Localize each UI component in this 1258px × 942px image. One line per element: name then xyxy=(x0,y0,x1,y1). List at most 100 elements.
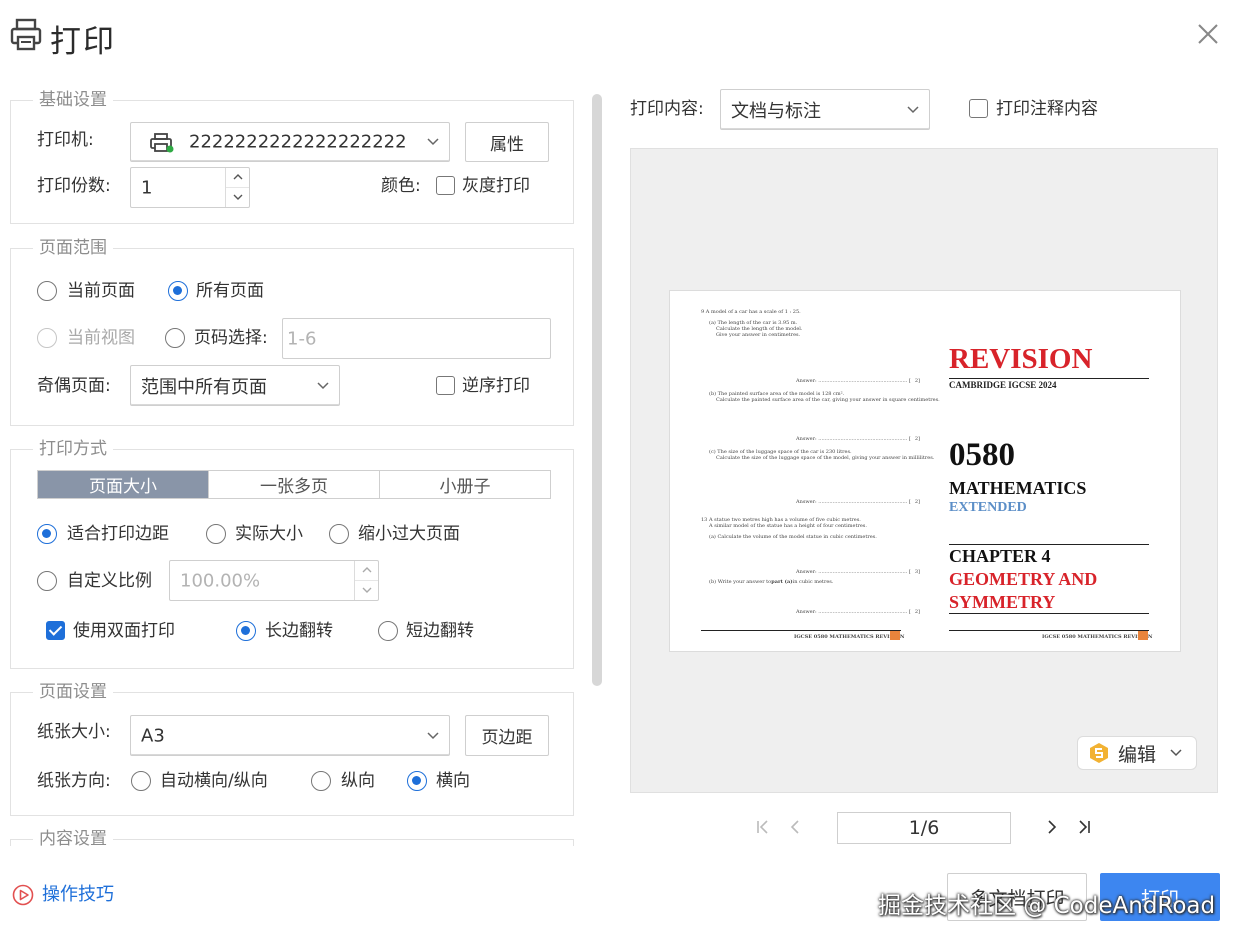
answer-label: Answer: ................................… xyxy=(796,378,911,384)
chevron-up-icon xyxy=(362,567,371,573)
tips-link[interactable]: 操作技巧 xyxy=(42,883,114,907)
odd-even-value: 范围中所有页面 xyxy=(141,376,267,398)
answer-line: Answer: ................................… xyxy=(796,436,920,442)
fit-margin-radio[interactable] xyxy=(37,524,57,544)
printer-select[interactable]: 2222222222222222222 xyxy=(130,122,450,162)
page-setup-legend: 页面设置 xyxy=(33,681,113,703)
basic-settings-legend: 基础设置 xyxy=(33,89,113,111)
landscape-radio[interactable] xyxy=(407,771,427,791)
next-page-icon[interactable] xyxy=(1046,820,1058,834)
question-text: (a) Calculate the volume of the model st… xyxy=(709,534,877,540)
print-annotations-checkbox[interactable] xyxy=(969,99,988,118)
dialog-title: 打印 xyxy=(50,24,116,60)
edit-button[interactable]: 编辑 xyxy=(1077,736,1197,770)
marks: 3] xyxy=(914,569,920,575)
footer-rule xyxy=(949,630,1149,631)
footer-tab xyxy=(890,631,900,640)
increment-button[interactable] xyxy=(355,561,378,581)
margins-button[interactable]: 页边距 xyxy=(465,715,549,756)
settings-scrollbar[interactable] xyxy=(592,94,602,686)
duplex-label: 使用双面打印 xyxy=(73,621,175,641)
footer-rule xyxy=(701,630,901,631)
answer-line: Answer: ................................… xyxy=(796,609,920,615)
previous-page-icon[interactable] xyxy=(789,820,801,834)
play-tips-icon[interactable] xyxy=(12,884,34,906)
printer-label: 打印机: xyxy=(37,130,94,150)
basic-settings-group: 基础设置 打印机: 2222222222222222222 属性 打印份数: 1 xyxy=(10,89,574,224)
chevron-down-icon xyxy=(233,194,242,201)
question-text: Calculate the painted surface area of th… xyxy=(716,397,940,403)
short-edge-radio[interactable] xyxy=(378,621,398,641)
question-text-bold: part (a) xyxy=(771,579,793,585)
duplex-checkbox[interactable] xyxy=(46,621,65,640)
cover-subject: MATHEMATICS xyxy=(949,478,1087,498)
landscape-label: 横向 xyxy=(436,771,470,791)
page-select-radio[interactable] xyxy=(165,328,185,348)
tab-multiple-pages[interactable]: 一张多页 xyxy=(208,471,379,498)
increment-button[interactable] xyxy=(226,168,249,188)
custom-scale-value: 100.00% xyxy=(180,570,261,591)
odd-even-label: 奇偶页面: xyxy=(37,376,111,396)
page-indicator-input[interactable]: 1/6 xyxy=(837,812,1011,844)
reverse-print-checkbox[interactable] xyxy=(436,376,455,395)
custom-scale-stepper[interactable]: 100.00% xyxy=(169,560,379,601)
footer-tab xyxy=(1138,631,1148,640)
tab-booklet[interactable]: 小册子 xyxy=(379,471,550,498)
portrait-radio[interactable] xyxy=(311,771,331,791)
shrink-oversized-radio[interactable] xyxy=(329,524,349,544)
current-view-radio[interactable] xyxy=(37,328,57,348)
settings-panel: 基础设置 打印机: 2222222222222222222 属性 打印份数: 1 xyxy=(0,88,590,846)
copies-label: 打印份数: xyxy=(37,176,111,196)
answer-line: Answer: ................................… xyxy=(796,569,920,575)
print-mode-group: 打印方式 页面大小 一张多页 小册子 适合打印边距 实际大小 缩小过大页面 自定… xyxy=(10,438,574,669)
answer-label: Answer: ................................… xyxy=(796,436,911,442)
page-range-input[interactable]: 1-6 xyxy=(282,318,551,359)
answer-label: Answer: ................................… xyxy=(796,609,911,615)
marks: 2] xyxy=(914,378,920,384)
edit-badge-icon xyxy=(1090,743,1108,763)
first-page-icon[interactable] xyxy=(756,820,770,834)
answer-line: Answer: ................................… xyxy=(796,499,920,505)
shrink-oversized-label: 缩小过大页面 xyxy=(358,524,460,544)
custom-scale-radio[interactable] xyxy=(37,571,57,591)
short-edge-label: 短边翻转 xyxy=(406,621,474,641)
printer-icon xyxy=(10,18,42,51)
chevron-down-icon xyxy=(907,105,919,113)
content-settings-legend: 内容设置 xyxy=(33,828,113,846)
decrement-button[interactable] xyxy=(226,188,249,208)
cover-code: 0580 xyxy=(949,437,1015,473)
close-icon[interactable] xyxy=(1196,22,1220,46)
copies-stepper[interactable]: 1 xyxy=(130,167,250,208)
decrement-button[interactable] xyxy=(355,581,378,601)
actual-size-radio[interactable] xyxy=(206,524,226,544)
print-content-select[interactable]: 文档与标注 xyxy=(720,89,930,130)
question-text: Calculate the size of the luggage space … xyxy=(716,455,935,461)
chevron-down-icon xyxy=(427,138,439,146)
last-page-icon[interactable] xyxy=(1077,820,1091,834)
tab-page-size[interactable]: 页面大小 xyxy=(38,471,208,498)
all-pages-radio[interactable] xyxy=(168,281,188,301)
portrait-label: 纵向 xyxy=(341,771,375,791)
properties-button[interactable]: 属性 xyxy=(465,122,549,162)
long-edge-radio[interactable] xyxy=(236,621,256,641)
edit-button-label: 编辑 xyxy=(1118,743,1157,766)
answer-line: Answer: ................................… xyxy=(796,378,920,384)
paper-size-label: 纸张大小: xyxy=(37,722,111,742)
paper-size-select[interactable]: A3 xyxy=(130,715,450,756)
left-footer-text: IGCSE 0580 MATHEMATICS REVISION xyxy=(794,634,905,640)
answer-label: Answer: ................................… xyxy=(796,499,911,505)
cover-rule xyxy=(949,378,1149,379)
copies-value: 1 xyxy=(141,177,153,198)
odd-even-select[interactable]: 范围中所有页面 xyxy=(130,365,340,406)
cover-rule xyxy=(949,544,1149,545)
auto-orientation-radio[interactable] xyxy=(131,771,151,791)
orientation-label: 纸张方向: xyxy=(37,771,111,791)
cover-level: EXTENDED xyxy=(949,500,1027,515)
current-page-radio[interactable] xyxy=(37,281,57,301)
reverse-print-label: 逆序打印 xyxy=(462,376,530,396)
question-9: 9 A model of a car has a scale of 1 : 25… xyxy=(701,309,801,315)
grayscale-checkbox[interactable] xyxy=(436,176,455,195)
preview-sheet: 9 A model of a car has a scale of 1 : 25… xyxy=(669,290,1181,652)
printer-value: 2222222222222222222 xyxy=(189,131,407,153)
fit-margin-label: 适合打印边距 xyxy=(67,524,169,544)
